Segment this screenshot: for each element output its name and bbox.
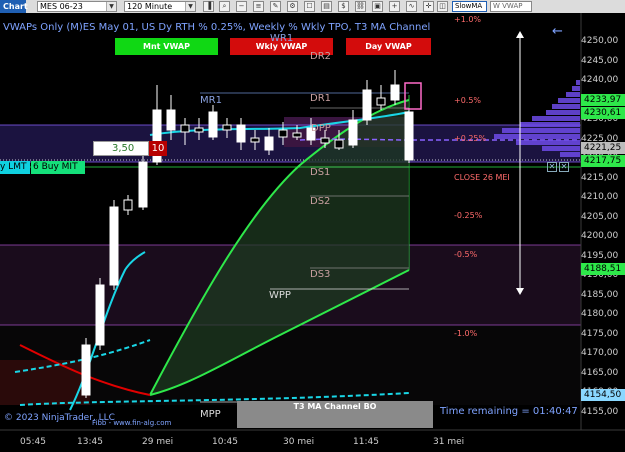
mr1-label: MR1: [200, 95, 222, 106]
indicator-title: VWAPs Only (M)ES May 01, US Dy RTH % 0.2…: [3, 22, 431, 33]
time-tick-label: 31 mei: [433, 437, 465, 447]
close-icon[interactable]: ✕: [547, 162, 557, 172]
candle-body: [180, 124, 190, 133]
candle-body: [250, 137, 260, 143]
ds1-label: DS1: [310, 167, 331, 178]
dr1-label: DR1: [310, 93, 332, 104]
candle-body: [166, 109, 176, 131]
wr1-label: WR1: [270, 33, 294, 44]
top-pct-label: +1.0%: [454, 15, 482, 24]
time-tick-label: 11:45: [353, 437, 379, 447]
price-tag: 4233,97: [581, 94, 625, 106]
tpo-row: [516, 140, 580, 145]
tpo-row: [502, 128, 580, 133]
candle-body: [123, 199, 133, 211]
tpo-row: [532, 116, 580, 121]
candle-body: [194, 127, 204, 133]
tpo-row: [552, 104, 580, 109]
tpo-row: [520, 122, 580, 127]
time-tick-label: 05:45: [20, 437, 46, 447]
dr2-label: DR2: [310, 51, 332, 62]
pct-label: +0.5%: [454, 96, 482, 105]
candle-body: [320, 137, 330, 144]
candle-body: [109, 206, 119, 286]
mnt-vwap-button[interactable]: Mnt VWAP: [115, 38, 218, 55]
candle-body: [138, 161, 148, 208]
pct-label: -1.0%: [454, 329, 478, 338]
price-tick-label: 4175,00: [581, 328, 619, 339]
close-label: CLOSE 26 MEI: [454, 173, 510, 182]
pct-label: -0.5%: [454, 250, 478, 259]
price-tick-label: 4245,00: [581, 55, 619, 66]
candle-body: [362, 89, 372, 121]
time-remaining: Time remaining = 01:40:47: [440, 406, 578, 417]
pct-label: -0.25%: [454, 211, 483, 220]
candle-body: [208, 111, 218, 138]
candle-body: [95, 284, 105, 346]
wpp-label: WPP: [269, 290, 291, 301]
arrow-up-icon: [516, 31, 524, 38]
price-tick-label: 4200,00: [581, 231, 619, 241]
price-tick-label: 4185,00: [581, 289, 619, 300]
candle-body: [334, 139, 344, 149]
price-tick-label: 4170,00: [581, 348, 619, 358]
tpo-row: [558, 98, 580, 103]
price-tag: 4188,51: [581, 263, 625, 275]
price-tick-label: 4180,00: [581, 309, 619, 319]
time-tick-label: 13:45: [77, 437, 103, 447]
candle-body: [81, 344, 91, 396]
candle-body: [348, 119, 358, 146]
chart-window: { "toolbar": { "tab_label": "Chart", "in…: [0, 0, 625, 452]
price-tag: 4154,50: [581, 389, 625, 401]
tpo-row: [576, 80, 580, 85]
ds2-label: DS2: [310, 196, 331, 207]
candle-body: [404, 111, 414, 161]
pct-label: +0.25%: [454, 134, 487, 143]
price-tag: 4230,61: [581, 107, 625, 119]
day-vwap-button[interactable]: Day VWAP: [346, 38, 431, 55]
price-tick-label: 4250,00: [581, 36, 619, 46]
candle-body: [278, 129, 288, 138]
tpo-row: [494, 134, 580, 139]
tpo-row: [546, 110, 580, 115]
price-tick-label: 4210,00: [581, 192, 619, 202]
price-tick-label: 4155,00: [581, 406, 619, 417]
time-tick-label: 10:45: [212, 437, 238, 447]
quantity-badge[interactable]: 10: [149, 141, 167, 156]
close-icon[interactable]: ✕: [559, 162, 569, 172]
price-tag: 4217,75: [581, 155, 625, 167]
price-tick-label: 4240,00: [581, 75, 619, 85]
buy-mit-button[interactable]: 6 Buy MIT: [31, 161, 85, 174]
tpo-row: [560, 152, 580, 157]
tpo-row: [542, 146, 580, 151]
quantity-field[interactable]: 3,50: [93, 141, 149, 156]
buy-limit-button[interactable]: y LMT: [0, 161, 30, 174]
tpo-row: [566, 92, 580, 97]
arrow-left-icon[interactable]: ←: [552, 24, 563, 39]
watermark-text: Fibb - www.fin-alg.com: [92, 419, 172, 427]
price-tick-label: 4215,00: [581, 172, 619, 183]
candle-body: [222, 124, 232, 131]
candle-body: [292, 132, 302, 138]
price-chart[interactable]: [0, 0, 625, 452]
candle-body: [376, 97, 386, 106]
time-tick-label: 30 mei: [283, 437, 315, 447]
candle-body: [236, 124, 246, 143]
price-tick-label: 4165,00: [581, 367, 619, 378]
dpp-label: DPP: [311, 123, 331, 134]
tpo-row: [572, 86, 580, 91]
ds3-label: DS3: [310, 269, 331, 280]
time-tick-label: 29 mei: [142, 437, 174, 447]
t3-channel-label: T3 MA Channel BO: [237, 401, 433, 428]
price-tag: 4221,25: [581, 142, 625, 154]
candle-body: [390, 84, 400, 101]
price-tick-label: 4205,00: [581, 211, 619, 222]
mpp-label: MPP: [200, 409, 221, 420]
candle-body: [264, 136, 274, 151]
price-tick-label: 4195,00: [581, 250, 619, 261]
